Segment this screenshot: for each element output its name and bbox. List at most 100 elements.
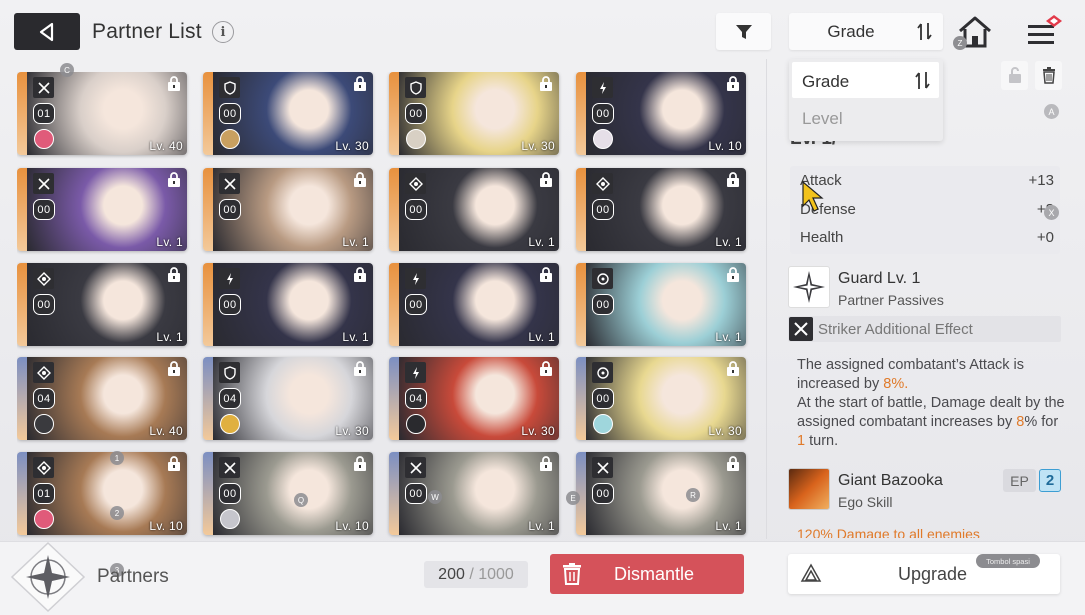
lock-icon[interactable] (726, 267, 740, 282)
partner-card[interactable]: 00 Lv. 30 (203, 72, 373, 155)
partner-number: 00 (405, 483, 427, 504)
ego-title: Giant Bazooka (838, 472, 943, 489)
sort-dropdown-menu: Grade Level (789, 59, 943, 141)
partner-card[interactable]: 04 Lv. 30 (389, 357, 559, 440)
hotkey-badge: Q (294, 493, 308, 507)
partner-level: Lv. 10 (149, 519, 183, 533)
defender-icon (219, 362, 240, 383)
sort-label: Grade (827, 22, 875, 41)
partner-list-screen: Partner List i Grade Z Grade Level 01 Lv… (0, 0, 1085, 615)
partners-emblem-icon (10, 541, 86, 613)
count-current: 200 (438, 565, 465, 583)
lock-icon[interactable] (539, 76, 553, 91)
sort-option-level[interactable]: Level (802, 109, 843, 129)
partner-card[interactable]: 00 Lv. 10 (576, 72, 746, 155)
partner-card[interactable]: 00 Lv. 1 (389, 263, 559, 346)
lock-toggle-button[interactable] (1001, 61, 1028, 90)
striker-icon (33, 173, 54, 194)
sort-option-grade[interactable]: Grade (792, 62, 939, 98)
partner-card[interactable]: 00 Lv. 1 (17, 263, 187, 346)
lock-icon[interactable] (167, 361, 181, 376)
owner-avatar (220, 414, 240, 434)
dismantle-button[interactable]: Dismantle (550, 554, 744, 594)
partner-card[interactable]: 00 Lv. 30 (576, 357, 746, 440)
lock-icon[interactable] (167, 76, 181, 91)
partner-level: Lv. 30 (708, 424, 742, 438)
lock-icon[interactable] (726, 361, 740, 376)
lock-icon[interactable] (726, 456, 740, 471)
filter-button[interactable] (716, 13, 771, 50)
page-title: Partner List (92, 20, 202, 43)
lock-icon[interactable] (539, 267, 553, 282)
partner-card[interactable]: 00 Lv. 1 (576, 452, 746, 535)
support-icon (33, 457, 54, 478)
sort-dropdown-button[interactable]: Grade (789, 13, 943, 50)
lock-icon[interactable] (353, 172, 367, 187)
lock-icon[interactable] (726, 172, 740, 187)
partner-card[interactable]: 00 Lv. 1 (203, 263, 373, 346)
lock-icon[interactable] (353, 361, 367, 376)
partner-card[interactable]: 00 Lv. 1 (17, 168, 187, 251)
striker-icon (219, 457, 240, 478)
owner-avatar (220, 509, 240, 529)
lock-icon[interactable] (539, 456, 553, 471)
desc-text: The assigned combatant’s Attack is incre… (797, 357, 1025, 392)
partner-number: 00 (592, 103, 614, 124)
owner-avatar (34, 414, 54, 434)
info-icon[interactable]: i (212, 21, 234, 43)
partner-level: Lv. 30 (335, 424, 369, 438)
partner-card[interactable]: 01 Lv. 40 (17, 72, 187, 155)
partner-card[interactable]: 00 Lv. 30 (389, 72, 559, 155)
stats-box: Attack +13 Defense +8 Health +0 (790, 166, 1060, 254)
lock-icon[interactable] (539, 361, 553, 376)
partner-card[interactable]: 00 Lv. 1 (389, 452, 559, 535)
trash-button[interactable] (1035, 61, 1062, 90)
owner-avatar (34, 129, 54, 149)
partner-card[interactable]: 00 Lv. 1 (203, 168, 373, 251)
lock-icon[interactable] (539, 172, 553, 187)
partner-card[interactable]: 01 Lv. 10 (17, 452, 187, 535)
partner-level: Lv. 1 (715, 519, 742, 533)
menu-icon[interactable] (1024, 15, 1064, 51)
partner-number: 01 (33, 483, 55, 504)
count-max: 1000 (478, 565, 514, 583)
grade-stripe (576, 168, 586, 251)
defender-icon (219, 77, 240, 98)
partner-card[interactable]: 00 Lv. 10 (203, 452, 373, 535)
partner-grid: 01 Lv. 40 00 Lv. 30 00 Lv. 30 00 Lv. 10 00 Lv. 10… (17, 72, 757, 542)
lock-icon[interactable] (167, 456, 181, 471)
striker-icon (789, 317, 813, 341)
lock-icon[interactable] (167, 267, 181, 282)
stat-row-attack: Attack +13 (800, 172, 1054, 189)
partner-card[interactable]: 00 Lv. 1 (576, 168, 746, 251)
partner-card[interactable]: 00 Lv. 1 (576, 263, 746, 346)
partner-level: Lv. 10 (335, 519, 369, 533)
partner-card[interactable]: 04 Lv. 30 (203, 357, 373, 440)
passive-description: The assigned combatant’s Attack is incre… (797, 356, 1065, 451)
lock-icon[interactable] (353, 456, 367, 471)
grade-stripe (389, 452, 399, 535)
partner-number: 00 (219, 199, 241, 220)
striker-icon (33, 77, 54, 98)
partner-number: 00 (592, 388, 614, 409)
ego-skill-icon[interactable] (788, 468, 830, 510)
passive-skill-icon[interactable] (788, 266, 830, 308)
lock-icon[interactable] (167, 172, 181, 187)
grade-stripe (576, 357, 586, 440)
lock-icon[interactable] (353, 76, 367, 91)
stat-value: +0 (1036, 229, 1054, 246)
partner-level: Lv. 1 (715, 235, 742, 249)
support-icon (33, 268, 54, 289)
partner-card[interactable]: 00 Lv. 1 (389, 168, 559, 251)
ranger-icon (219, 268, 240, 289)
partner-number: 00 (405, 199, 427, 220)
partner-count: 200 / 1000 (424, 561, 528, 588)
partners-label: Partners (97, 566, 169, 587)
lock-icon[interactable] (353, 267, 367, 282)
partner-card[interactable]: 04 Lv. 40 (17, 357, 187, 440)
grade-stripe (203, 168, 213, 251)
grade-stripe (203, 263, 213, 346)
lock-icon[interactable] (726, 76, 740, 91)
owner-avatar (34, 509, 54, 529)
back-button[interactable] (14, 13, 80, 50)
